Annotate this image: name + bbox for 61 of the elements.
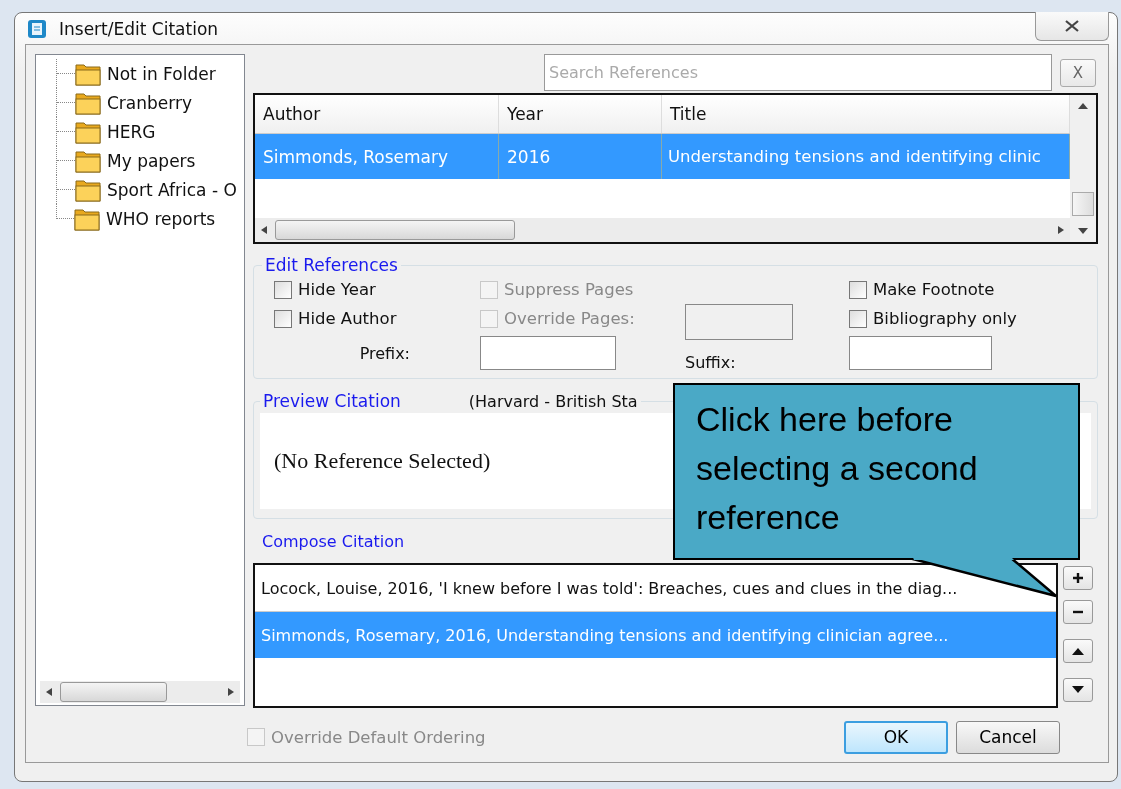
clear-search-button[interactable]: X xyxy=(1060,58,1096,87)
add-button[interactable] xyxy=(1063,566,1093,590)
move-up-button[interactable] xyxy=(1063,639,1093,663)
folder-icon xyxy=(75,148,101,173)
checkbox[interactable] xyxy=(849,309,867,328)
scroll-right-icon[interactable] xyxy=(1058,226,1064,234)
scroll-thumb[interactable] xyxy=(60,682,167,702)
remove-button[interactable] xyxy=(1063,600,1093,624)
document-icon xyxy=(27,18,47,39)
folder-icon xyxy=(75,177,101,202)
prefix-label: Prefix: xyxy=(359,343,410,363)
compose-citation-title: Compose Citation xyxy=(262,531,406,553)
close-button[interactable] xyxy=(1035,12,1109,41)
checkbox[interactable] xyxy=(849,280,867,299)
triangle-up-icon xyxy=(1072,647,1084,655)
column-header[interactable]: Author xyxy=(255,95,499,133)
move-down-button[interactable] xyxy=(1063,678,1093,702)
search-field[interactable]: Search References xyxy=(544,54,1052,91)
vertical-scrollbar[interactable] xyxy=(1070,95,1096,242)
checkbox[interactable] xyxy=(274,309,292,328)
group-title: Preview Citation xyxy=(263,391,401,411)
folder-item[interactable]: Sport Africa - O xyxy=(107,179,237,200)
prefix-field[interactable] xyxy=(480,336,616,370)
folder-item[interactable]: Cranberry xyxy=(107,92,193,113)
horizontal-scrollbar[interactable] xyxy=(255,218,1070,242)
folder-icon xyxy=(75,119,101,144)
folder-icon xyxy=(74,206,100,231)
folder-item[interactable]: HERG xyxy=(107,121,156,142)
checkbox-label: Suppress Pages xyxy=(504,280,634,299)
triangle-down-icon xyxy=(1072,686,1084,694)
cancel-button[interactable]: Cancel xyxy=(956,720,1060,754)
scroll-up-icon[interactable] xyxy=(1078,103,1088,109)
group-title: Edit References xyxy=(265,255,398,275)
suffix-label: Suffix: xyxy=(685,353,737,373)
scroll-thumb[interactable] xyxy=(1072,192,1094,216)
folder-icon xyxy=(75,90,101,115)
preview-text: (No Reference Selected) xyxy=(274,448,491,474)
table-cell: Simmonds, Rosemary xyxy=(255,134,499,179)
checkbox-label: Make Footnote xyxy=(873,280,995,299)
plus-icon xyxy=(1072,572,1084,584)
folder-item[interactable]: Not in Folder xyxy=(107,63,216,84)
scroll-down-icon[interactable] xyxy=(1078,228,1088,234)
checkbox-label: Override Pages: xyxy=(504,309,635,328)
checkbox-label: Hide Author xyxy=(298,309,397,328)
folder-item[interactable]: My papers xyxy=(107,150,196,171)
folder-icon xyxy=(75,61,101,86)
window-title: Insert/Edit Citation xyxy=(59,18,219,39)
folder-item[interactable]: WHO reports xyxy=(106,208,216,229)
scroll-left-icon[interactable] xyxy=(46,688,52,696)
checkbox[interactable] xyxy=(274,280,292,299)
column-header[interactable]: Year xyxy=(499,95,662,133)
ok-button[interactable]: OK xyxy=(844,720,948,754)
table-cell: 2016 xyxy=(499,134,662,179)
scroll-left-icon[interactable] xyxy=(261,226,267,234)
horizontal-scrollbar[interactable] xyxy=(40,681,240,703)
suffix-field[interactable] xyxy=(849,336,992,370)
checkbox-label: Hide Year xyxy=(298,280,376,299)
checkbox-label: Override Default Ordering xyxy=(271,727,486,747)
scroll-right-icon[interactable] xyxy=(228,688,234,696)
scroll-thumb[interactable] xyxy=(275,220,515,240)
checkbox-label: Bibliography only xyxy=(873,309,1017,328)
